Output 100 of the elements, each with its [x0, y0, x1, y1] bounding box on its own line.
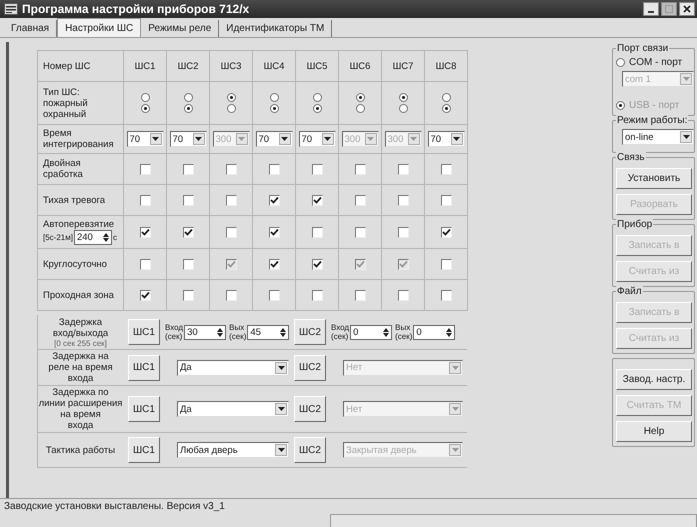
- tab[interactable]: Настройки ШС: [57, 18, 142, 37]
- spin-field[interactable]: 45: [247, 324, 290, 340]
- radio-button[interactable]: [398, 93, 408, 102]
- checkbox[interactable]: [398, 194, 408, 206]
- checkbox[interactable]: [312, 194, 322, 206]
- checkbox[interactable]: [140, 194, 150, 206]
- checkbox[interactable]: [398, 290, 408, 300]
- caret-icon: [410, 137, 417, 141]
- checkbox[interactable]: [312, 258, 322, 270]
- checkbox[interactable]: [140, 290, 150, 300]
- radio-option[interactable]: COM - порт: [616, 57, 694, 68]
- radio-button[interactable]: [226, 93, 236, 102]
- column-header: ШС6: [350, 60, 370, 72]
- checkbox[interactable]: [140, 226, 150, 238]
- checkbox[interactable]: [354, 194, 366, 206]
- caret-icon: [278, 448, 284, 452]
- checkbox[interactable]: [440, 258, 452, 270]
- checkbox[interactable]: [182, 164, 194, 174]
- checkbox[interactable]: [140, 258, 150, 270]
- checkbox[interactable]: [140, 164, 150, 174]
- checkbox[interactable]: [182, 226, 194, 238]
- checkbox[interactable]: [268, 258, 280, 270]
- checkbox[interactable]: [226, 194, 236, 206]
- checkbox[interactable]: [226, 290, 236, 300]
- zone-button[interactable]: ШС1: [128, 396, 160, 422]
- radio-button[interactable]: [270, 93, 278, 102]
- field-label: Вых (сек): [395, 323, 412, 341]
- row-label: Задержка по линии расширения на время входа: [38, 387, 122, 431]
- dropdown[interactable]: 70: [126, 131, 164, 147]
- caret-icon: [195, 137, 202, 141]
- group-label: Прибор: [616, 219, 654, 230]
- dropdown[interactable]: on-line: [622, 129, 694, 145]
- checkbox[interactable]: [268, 194, 280, 206]
- radio-button[interactable]: [356, 104, 364, 113]
- checkbox[interactable]: [312, 164, 322, 174]
- dropdown[interactable]: Да: [177, 360, 289, 376]
- caret-icon: [281, 137, 288, 141]
- dropdown[interactable]: Любая дверь: [177, 442, 289, 458]
- radio-button[interactable]: [442, 104, 450, 113]
- close-button[interactable]: [679, 2, 695, 16]
- caret-icon: [367, 137, 374, 141]
- dropdown[interactable]: 70: [256, 131, 292, 147]
- action-button[interactable]: Завод. настр.: [616, 369, 692, 390]
- row-label: Время интегрирования: [43, 128, 114, 150]
- radio-button[interactable]: [184, 104, 192, 113]
- down-arrow-icon: [383, 332, 390, 336]
- checkbox[interactable]: [398, 164, 408, 174]
- spin-field[interactable]: 0: [413, 324, 456, 340]
- checkbox[interactable]: [440, 194, 452, 206]
- tab[interactable]: Режимы реле: [141, 20, 220, 37]
- checkbox[interactable]: [354, 226, 366, 238]
- radio-button[interactable]: [184, 93, 192, 102]
- action-button[interactable]: Help: [616, 421, 692, 442]
- radio-button[interactable]: [312, 104, 322, 113]
- checkbox[interactable]: [398, 226, 408, 238]
- zone-button[interactable]: ШС1: [128, 354, 160, 380]
- dropdown[interactable]: Да: [177, 401, 289, 417]
- range-label: [5с-21м]: [43, 233, 73, 242]
- caret-icon: [452, 448, 458, 452]
- row-label: Двойная сработка: [43, 158, 83, 180]
- radio-button[interactable]: [140, 93, 150, 102]
- checkbox[interactable]: [312, 290, 322, 300]
- checkbox[interactable]: [354, 164, 366, 174]
- checkbox[interactable]: [268, 226, 280, 238]
- caret-icon: [152, 137, 159, 141]
- checkbox[interactable]: [354, 290, 366, 300]
- checkbox[interactable]: [182, 290, 194, 300]
- radio-button[interactable]: [140, 104, 150, 113]
- spin-field[interactable]: 240: [74, 230, 112, 245]
- tab[interactable]: Идентификаторы ТМ: [219, 20, 332, 37]
- radio-button[interactable]: [442, 93, 450, 102]
- checkbox[interactable]: [312, 226, 322, 238]
- field-label: Вход (сек): [331, 323, 350, 341]
- radio-button[interactable]: [226, 104, 236, 113]
- checkbox[interactable]: [440, 164, 452, 174]
- dropdown[interactable]: 70: [170, 131, 206, 147]
- checkbox[interactable]: [226, 164, 236, 174]
- spin-field[interactable]: 30: [184, 324, 226, 340]
- row-label: Круглосуточно: [43, 258, 107, 270]
- checkbox[interactable]: [226, 226, 236, 238]
- radio-button[interactable]: [270, 104, 278, 113]
- action-button[interactable]: Установить: [616, 168, 692, 189]
- checkbox[interactable]: [440, 226, 452, 238]
- spin-field[interactable]: 0: [350, 324, 392, 340]
- radio-button[interactable]: [398, 104, 408, 113]
- minimize-button[interactable]: [643, 2, 659, 16]
- zone-button[interactable]: ШС2: [294, 319, 326, 345]
- checkbox[interactable]: [182, 194, 194, 206]
- checkbox[interactable]: [268, 290, 280, 300]
- zone-button[interactable]: ШС1: [128, 437, 160, 463]
- radio-button[interactable]: [312, 93, 322, 102]
- checkbox[interactable]: [182, 258, 194, 270]
- checkbox[interactable]: [268, 164, 280, 174]
- radio-button[interactable]: [356, 93, 364, 102]
- zone-button[interactable]: ШС1: [128, 319, 160, 345]
- unit-label: с: [112, 233, 117, 242]
- dropdown[interactable]: 70: [428, 131, 464, 147]
- column-header: ШС5: [306, 60, 328, 72]
- dropdown[interactable]: 70: [298, 131, 336, 147]
- checkbox[interactable]: [440, 290, 452, 300]
